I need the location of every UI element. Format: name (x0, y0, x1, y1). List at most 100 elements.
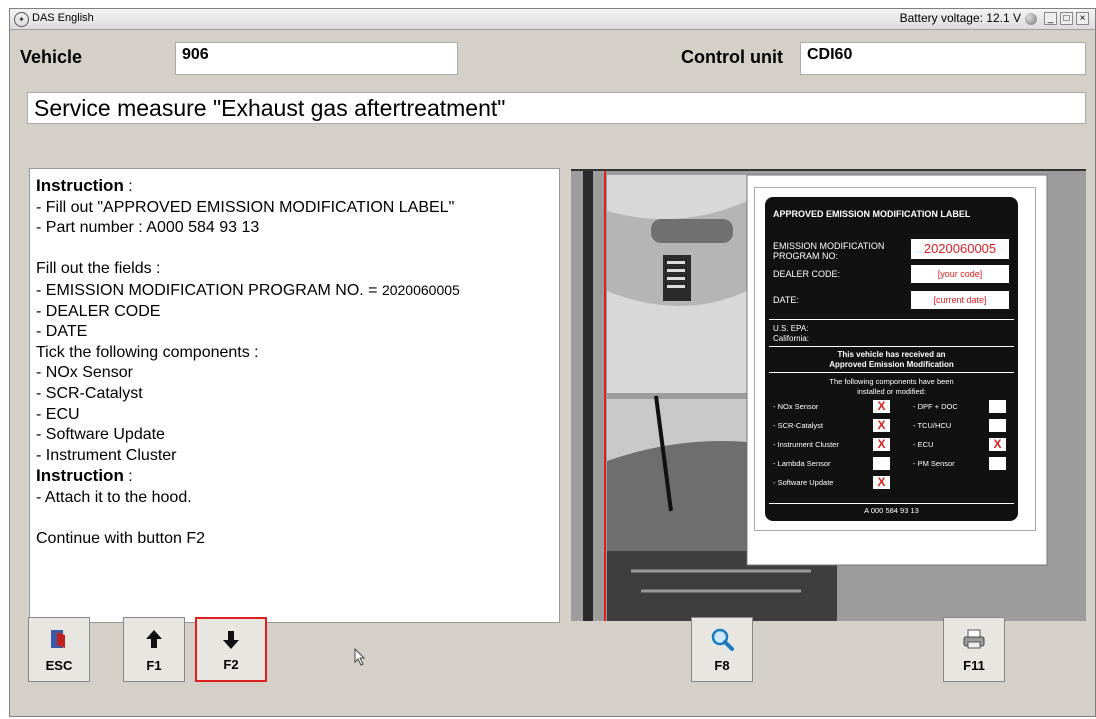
vehicle-label: Vehicle (20, 47, 83, 67)
instruction-text: Fill out the fields : (36, 260, 161, 278)
component-name: - Software Update (773, 478, 834, 487)
instruction-text: Continue with button F2 (36, 530, 205, 548)
instruction-line: - NOx Sensor (36, 363, 553, 384)
instruction-text: - Software Update (36, 426, 165, 444)
emission-label-card: APPROVED EMISSION MODIFICATION LABEL EMI… (765, 197, 1018, 521)
instruction-line: Instruction : (36, 466, 553, 488)
instruction-line: - EMISSION MODIFICATION PROGRAM NO. = 20… (36, 280, 553, 302)
instruction-line: - DEALER CODE (36, 302, 553, 323)
instruction-text: - ECU (36, 405, 80, 423)
title-bar: ✦ DAS English Battery voltage: 12.1 V _ … (10, 9, 1095, 30)
instruction-line: - Software Update (36, 425, 553, 446)
instruction-text-panel: Instruction :- Fill out "APPROVED EMISSI… (29, 168, 560, 623)
following-line-2: installed or modified: (857, 387, 926, 396)
instruction-text: - Fill out "APPROVED EMISSION MODIFICATI… (36, 198, 455, 216)
component-checkbox (989, 419, 1006, 432)
instruction-line: Tick the following components : (36, 343, 553, 364)
component-checkbox (989, 400, 1006, 413)
instruction-text: - DEALER CODE (36, 302, 161, 320)
component-checkbox: X (873, 419, 890, 432)
component-checkbox (873, 457, 890, 470)
battery-voltage: Battery voltage: 12.1 V (899, 11, 1021, 25)
component-checkbox: X (989, 438, 1006, 451)
instruction-line: - ECU (36, 405, 553, 426)
component-name: - Lambda Sensor (773, 459, 831, 468)
instruction-line (36, 509, 553, 530)
close-button[interactable]: × (1076, 12, 1089, 25)
epa-label: U.S. EPA: (773, 324, 809, 333)
vehicle-field: 906 (175, 42, 458, 75)
instruction-line: Continue with button F2 (36, 529, 553, 550)
f2-label: F2 (223, 657, 239, 672)
instruction-text: - Part number : A000 584 93 13 (36, 219, 260, 237)
label-part-number: A 000 584 93 13 (864, 506, 919, 515)
component-name: - PM Sensor (913, 459, 955, 468)
battery-status-icon (1025, 13, 1037, 25)
instruction-heading-colon: : (123, 468, 133, 486)
label-image-panel: APPROVED EMISSION MODIFICATION LABEL EMI… (571, 169, 1086, 621)
dealer-code-value: [your code] (911, 265, 1009, 283)
component-checkbox: X (873, 476, 890, 489)
component-checkbox: X (873, 438, 890, 451)
f11-button[interactable]: F11 (943, 617, 1005, 682)
das-window: ✦ DAS English Battery voltage: 12.1 V _ … (9, 8, 1096, 717)
instruction-text: - Instrument Cluster (36, 446, 177, 464)
instruction-line: - SCR-Catalyst (36, 384, 553, 405)
instruction-line: - Part number : A000 584 93 13 (36, 218, 553, 239)
received-line-2: Approved Emission Modification (829, 360, 954, 369)
component-name: - NOx Sensor (773, 402, 819, 411)
service-measure-title: Service measure "Exhaust gas aftertreatm… (27, 92, 1086, 124)
component-name: - SCR-Catalyst (773, 421, 824, 430)
control-unit-field: CDI60 (800, 42, 1086, 75)
mouse-pointer-icon (354, 648, 366, 666)
program-no-value: 2020060005 (911, 239, 1009, 259)
instruction-heading: Instruction (36, 466, 124, 486)
esc-button[interactable]: ESC (28, 617, 90, 682)
instruction-text: - DATE (36, 323, 88, 341)
window-title: DAS English (32, 12, 94, 24)
f11-label: F11 (963, 658, 985, 673)
f1-label: F1 (146, 658, 162, 673)
instruction-line: - DATE (36, 322, 553, 343)
f8-label: F8 (714, 658, 730, 673)
instruction-text: - Attach it to the hood. (36, 488, 192, 506)
control-unit-label: Control unit (681, 47, 783, 67)
instruction-line: - Fill out "APPROVED EMISSION MODIFICATI… (36, 198, 553, 219)
arrow-down-icon (223, 631, 239, 649)
f2-button[interactable]: F2 (195, 617, 267, 682)
magnifier-icon (711, 628, 734, 651)
program-number-value: 2020060005 (381, 281, 460, 298)
instruction-heading-colon: : (123, 178, 133, 195)
label-heading: APPROVED EMISSION MODIFICATION LABEL (773, 209, 971, 219)
instruction-line: Instruction : (36, 176, 553, 198)
received-line-1: This vehicle has received an (837, 350, 946, 359)
instruction-line (36, 239, 553, 260)
printer-icon (963, 629, 985, 649)
instruction-line: Fill out the fields : (36, 259, 553, 280)
following-line-1: The following components have been (829, 377, 954, 386)
instruction-text: - NOx Sensor (36, 364, 133, 382)
component-name: - TCU/HCU (913, 421, 952, 430)
instruction-text: - SCR-Catalyst (36, 384, 143, 402)
mercedes-star-icon: ✦ (14, 12, 29, 27)
esc-label: ESC (45, 658, 73, 673)
california-label: California: (773, 334, 810, 343)
maximize-button[interactable]: □ (1060, 12, 1073, 25)
instruction-text: Tick the following components : (36, 343, 259, 361)
exit-door-icon (51, 630, 65, 648)
instruction-line: - Attach it to the hood. (36, 488, 553, 509)
component-name: - DPF + DOC (913, 402, 958, 411)
f1-button[interactable]: F1 (123, 617, 185, 682)
minimize-button[interactable]: _ (1044, 12, 1057, 25)
component-name: - ECU (913, 440, 934, 449)
dealer-code-label: DEALER CODE: (773, 269, 841, 279)
component-checkbox: X (873, 400, 890, 413)
instruction-text: - EMISSION MODIFICATION PROGRAM NO. = (36, 281, 382, 299)
instruction-line: - Instrument Cluster (36, 446, 553, 467)
date-label: DATE: (773, 295, 799, 305)
instruction-heading: Instruction (36, 176, 124, 195)
date-value: [current date] (911, 291, 1009, 309)
component-checkbox (989, 457, 1006, 470)
component-name: - Instrument Cluster (773, 440, 839, 449)
f8-button[interactable]: F8 (691, 617, 753, 682)
